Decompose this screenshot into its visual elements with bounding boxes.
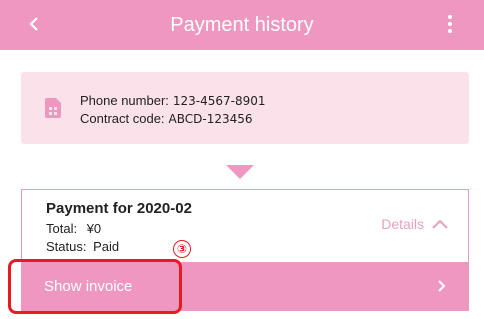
payment-status: Status: Paid [46, 239, 119, 254]
phone-label: Phone number: [80, 93, 169, 108]
status-value: Paid [93, 239, 120, 254]
details-label: Details [381, 216, 424, 232]
total-label: Total: [46, 221, 78, 236]
contract-label: Contract code: [80, 111, 165, 126]
chevron-up-icon [432, 219, 448, 229]
sim-card-icon [45, 98, 61, 118]
account-info-card: Phone number: 123-4567-8901 Contract cod… [21, 72, 469, 144]
payment-card: Payment for 2020-02 Total: ¥0 Status: Pa… [21, 189, 469, 311]
page-title: Payment history [170, 13, 314, 36]
chevron-left-icon [29, 17, 38, 31]
more-vert-icon[interactable] [444, 12, 456, 36]
phone-value: 123-4567-8901 [172, 94, 266, 108]
contract-value: ABCD-123456 [168, 112, 253, 126]
down-arrow-indicator [226, 165, 254, 179]
show-invoice-label: Show invoice [44, 277, 133, 295]
annotation-step-number: ③ [173, 240, 191, 258]
chevron-right-icon [438, 280, 446, 292]
show-invoice-button[interactable]: Show invoice [22, 262, 468, 310]
app-header: Payment history [0, 0, 484, 50]
status-label: Status: [46, 239, 87, 254]
account-details: Phone number: 123-4567-8901 Contract cod… [80, 92, 266, 128]
phone-row: Phone number: 123-4567-8901 [80, 92, 266, 110]
payment-total: Total: ¥0 [46, 221, 101, 236]
back-button[interactable] [22, 12, 46, 36]
total-value: ¥0 [86, 221, 102, 236]
details-toggle[interactable]: Details [381, 216, 448, 232]
payment-title: Payment for 2020-02 [46, 200, 192, 217]
contract-row: Contract code: ABCD-123456 [80, 110, 266, 128]
